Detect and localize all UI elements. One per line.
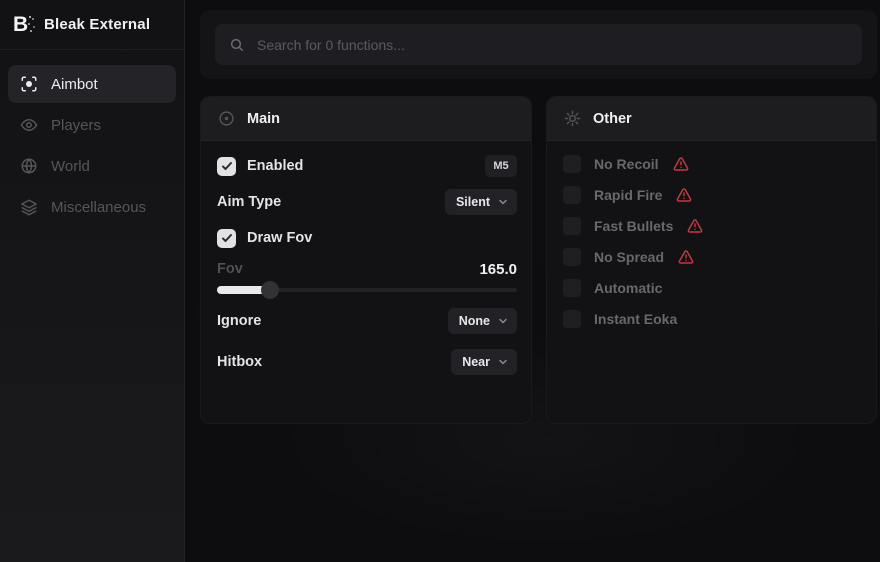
hitbox-value: Near: [462, 355, 490, 369]
aim-type-row: Aim Type Silent: [217, 189, 517, 215]
enabled-checkbox[interactable]: [217, 157, 236, 176]
rapid-fire-checkbox[interactable]: [563, 186, 581, 204]
warning-triangle-icon: [687, 218, 703, 234]
ignore-value: None: [459, 314, 490, 328]
hitbox-dropdown[interactable]: Near: [451, 349, 517, 375]
layers-icon: [20, 198, 38, 216]
no-recoil-checkbox[interactable]: [563, 155, 581, 173]
warning-triangle-icon: [676, 187, 692, 203]
warning-triangle-icon: [673, 156, 689, 172]
eye-icon: [20, 116, 38, 134]
aim-type-label: Aim Type: [217, 194, 281, 210]
fov-slider-thumb[interactable]: [261, 281, 279, 299]
sidebar-item-label: World: [51, 158, 90, 175]
check-icon: [221, 160, 233, 172]
rapid-fire-label: Rapid Fire: [594, 187, 662, 203]
fov-label: Fov: [217, 261, 243, 277]
search-container: [200, 10, 877, 79]
instant-eoka-checkbox[interactable]: [563, 310, 581, 328]
sidebar-nav: Aimbot Players World: [0, 50, 184, 229]
hitbox-label: Hitbox: [217, 354, 262, 370]
fov-slider-row: [217, 281, 517, 299]
search-input[interactable]: [257, 37, 848, 53]
panel-title: Other: [593, 111, 632, 127]
sidebar-item-world[interactable]: World: [8, 147, 176, 185]
no-spread-label: No Spread: [594, 249, 664, 265]
draw-fov-label: Draw Fov: [247, 230, 312, 246]
toggle-row-no-spread: No Spread: [563, 248, 860, 266]
sidebar-item-players[interactable]: Players: [8, 106, 176, 144]
sidebar-header: B Bleak External: [0, 0, 184, 50]
toggle-row-instant-eoka: Instant Eoka: [563, 310, 860, 328]
aim-type-value: Silent: [456, 195, 490, 209]
other-panel: Other No Recoil Rapid Fire: [546, 96, 877, 424]
sidebar-item-miscellaneous[interactable]: Miscellaneous: [8, 188, 176, 226]
no-recoil-label: No Recoil: [594, 156, 659, 172]
enabled-label: Enabled: [247, 158, 303, 174]
automatic-checkbox[interactable]: [563, 279, 581, 297]
ignore-label: Ignore: [217, 313, 261, 329]
enabled-row: Enabled M5: [217, 153, 517, 179]
other-panel-body: No Recoil Rapid Fire: [547, 141, 876, 328]
no-spread-checkbox[interactable]: [563, 248, 581, 266]
main-panel-header: Main: [201, 97, 531, 141]
search-icon: [229, 37, 245, 53]
toggle-row-fast-bullets: Fast Bullets: [563, 217, 860, 235]
gear-icon: [564, 110, 581, 127]
other-panel-header: Other: [547, 97, 876, 141]
chevron-down-icon: [497, 315, 509, 327]
chevron-down-icon: [497, 196, 509, 208]
app-title: Bleak External: [44, 16, 150, 33]
hitbox-row: Hitbox Near: [217, 349, 517, 375]
toggle-row-automatic: Automatic: [563, 279, 860, 297]
scan-target-icon: [20, 75, 38, 93]
fast-bullets-label: Fast Bullets: [594, 218, 673, 234]
sidebar-item-label: Aimbot: [51, 76, 98, 93]
app-logo-glitch-b-icon: B: [13, 13, 33, 37]
aim-type-dropdown[interactable]: Silent: [445, 189, 517, 215]
target-icon: [218, 110, 235, 127]
sidebar-item-label: Players: [51, 117, 101, 134]
panel-title: Main: [247, 111, 280, 127]
globe-icon: [20, 157, 38, 175]
fov-slider[interactable]: [217, 281, 517, 299]
ignore-row: Ignore None: [217, 308, 517, 334]
sidebar: B Bleak External Aimbot Players: [0, 0, 185, 562]
automatic-label: Automatic: [594, 280, 662, 296]
toggle-row-rapid-fire: Rapid Fire: [563, 186, 860, 204]
warning-triangle-icon: [678, 249, 694, 265]
chevron-down-icon: [497, 356, 509, 368]
ignore-dropdown[interactable]: None: [448, 308, 517, 334]
fast-bullets-checkbox[interactable]: [563, 217, 581, 235]
toggle-row-no-recoil: No Recoil: [563, 155, 860, 173]
main-content: Main Enabled M5 Aim Type Silent: [185, 0, 880, 562]
search-box[interactable]: [215, 24, 862, 65]
sidebar-item-aimbot[interactable]: Aimbot: [8, 65, 176, 103]
instant-eoka-label: Instant Eoka: [594, 311, 677, 327]
draw-fov-checkbox[interactable]: [217, 229, 236, 248]
main-panel-body: Enabled M5 Aim Type Silent: [201, 141, 531, 375]
fov-row: Fov 165.0: [217, 257, 517, 281]
draw-fov-row: Draw Fov: [217, 227, 517, 249]
fov-value: 165.0: [479, 261, 517, 278]
main-panel: Main Enabled M5 Aim Type Silent: [200, 96, 532, 424]
panels-row: Main Enabled M5 Aim Type Silent: [200, 96, 877, 424]
keybind-button[interactable]: M5: [485, 155, 517, 177]
check-icon: [221, 232, 233, 244]
sidebar-item-label: Miscellaneous: [51, 199, 146, 216]
